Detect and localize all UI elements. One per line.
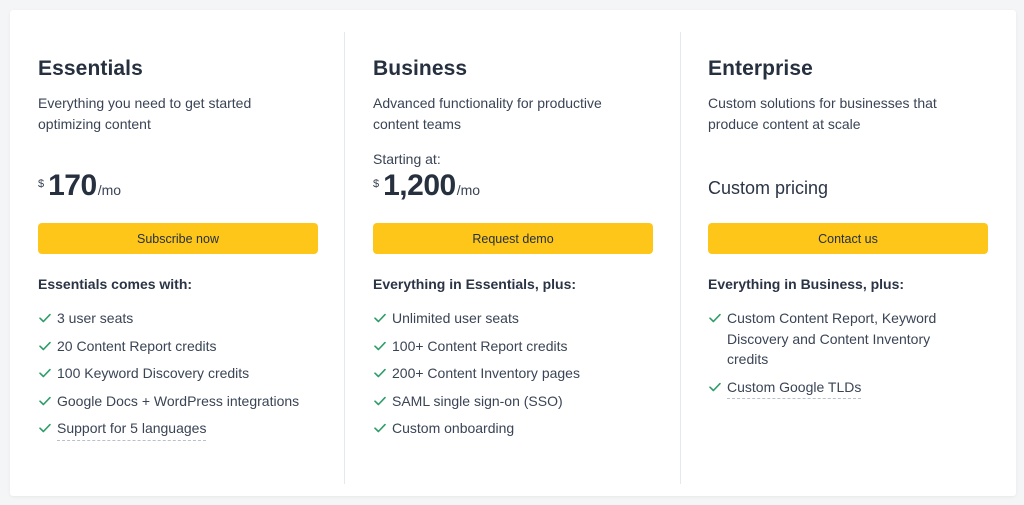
check-icon bbox=[708, 380, 722, 394]
plan-description: Advanced functionality for productive co… bbox=[373, 95, 602, 132]
check-icon bbox=[38, 311, 52, 325]
plan-name: Essentials bbox=[38, 57, 143, 80]
starting-at-label: Starting at: bbox=[373, 151, 441, 167]
feature-text: 100 Keyword Discovery credits bbox=[57, 365, 250, 381]
feature-tooltip-link[interactable]: Support for 5 languages bbox=[57, 418, 207, 441]
plan-enterprise: Enterprise Custom solutions for business… bbox=[708, 10, 988, 496]
feature-text: Google Docs + WordPress integrations bbox=[57, 392, 300, 409]
check-icon bbox=[373, 311, 387, 325]
feature-text: 20 Content Report credits bbox=[57, 337, 217, 354]
list-item: 20 Content Report credits bbox=[38, 336, 318, 357]
check-icon bbox=[38, 366, 52, 380]
currency-symbol: $ bbox=[373, 178, 380, 190]
plan-name: Business bbox=[373, 57, 468, 80]
feature-text: Custom Content Report, Keyword Discovery… bbox=[727, 310, 937, 367]
includes-heading: Essentials comes with: bbox=[38, 276, 193, 292]
list-item: Unlimited user seats bbox=[373, 308, 653, 329]
subscribe-now-button[interactable]: Subscribe now bbox=[38, 223, 318, 254]
column-divider bbox=[344, 32, 345, 484]
check-icon bbox=[373, 421, 387, 435]
list-item: SAML single sign-on (SSO) bbox=[373, 391, 653, 412]
feature-text: Custom onboarding bbox=[392, 420, 515, 436]
plan-essentials: Essentials Everything you need to get st… bbox=[38, 10, 318, 496]
price: $ 170 /mo bbox=[38, 169, 121, 203]
includes-heading: Everything in Essentials, plus: bbox=[373, 276, 577, 292]
price-period: /mo bbox=[456, 182, 481, 198]
feature-text: 3 user seats bbox=[57, 310, 134, 326]
list-item: Custom Google TLDs bbox=[708, 377, 988, 399]
check-icon bbox=[373, 366, 387, 380]
list-item: Support for 5 languages bbox=[38, 418, 318, 441]
currency-symbol: $ bbox=[38, 178, 45, 190]
plan-description: Custom solutions for businesses that pro… bbox=[708, 95, 937, 132]
feature-tooltip-link[interactable]: Custom Google TLDs bbox=[727, 377, 862, 399]
check-icon bbox=[38, 421, 52, 435]
contact-us-button[interactable]: Contact us bbox=[708, 223, 988, 254]
check-icon bbox=[38, 394, 52, 408]
check-icon bbox=[708, 311, 722, 325]
feature-list: Custom Content Report, Keyword Discovery… bbox=[708, 308, 988, 406]
plan-business: Business Advanced functionality for prod… bbox=[373, 10, 653, 496]
check-icon bbox=[38, 339, 52, 353]
feature-text: Unlimited user seats bbox=[392, 310, 519, 326]
plan-description: Everything you need to get started optim… bbox=[38, 95, 252, 132]
check-icon bbox=[373, 394, 387, 408]
feature-text: 200+ Content Inventory pages bbox=[392, 365, 580, 381]
price-period: /mo bbox=[97, 182, 122, 198]
column-divider bbox=[680, 32, 681, 484]
price-amount: 170 bbox=[48, 169, 97, 202]
feature-list: Unlimited user seats 100+ Content Report… bbox=[373, 308, 653, 446]
feature-list: 3 user seats 20 Content Report credits 1… bbox=[38, 308, 318, 448]
list-item: Custom onboarding bbox=[373, 418, 653, 439]
pricing-card: Essentials Everything you need to get st… bbox=[10, 10, 1016, 496]
list-item: Google Docs + WordPress integrations bbox=[38, 391, 318, 412]
list-item: 3 user seats bbox=[38, 308, 318, 329]
feature-text: 100+ Content Report credits bbox=[392, 337, 568, 354]
list-item: Custom Content Report, Keyword Discovery… bbox=[708, 308, 988, 370]
price-amount: 1,200 bbox=[383, 169, 456, 202]
includes-heading: Everything in Business, plus: bbox=[708, 276, 905, 292]
feature-text: SAML single sign-on (SSO) bbox=[392, 392, 563, 409]
list-item: 100+ Content Report credits bbox=[373, 336, 653, 357]
price: $ 1,200 /mo bbox=[373, 169, 480, 203]
list-item: 100 Keyword Discovery credits bbox=[38, 363, 318, 384]
request-demo-button[interactable]: Request demo bbox=[373, 223, 653, 254]
check-icon bbox=[373, 339, 387, 353]
custom-pricing-label: Custom pricing bbox=[708, 178, 829, 198]
list-item: 200+ Content Inventory pages bbox=[373, 363, 653, 384]
plan-name: Enterprise bbox=[708, 57, 813, 80]
